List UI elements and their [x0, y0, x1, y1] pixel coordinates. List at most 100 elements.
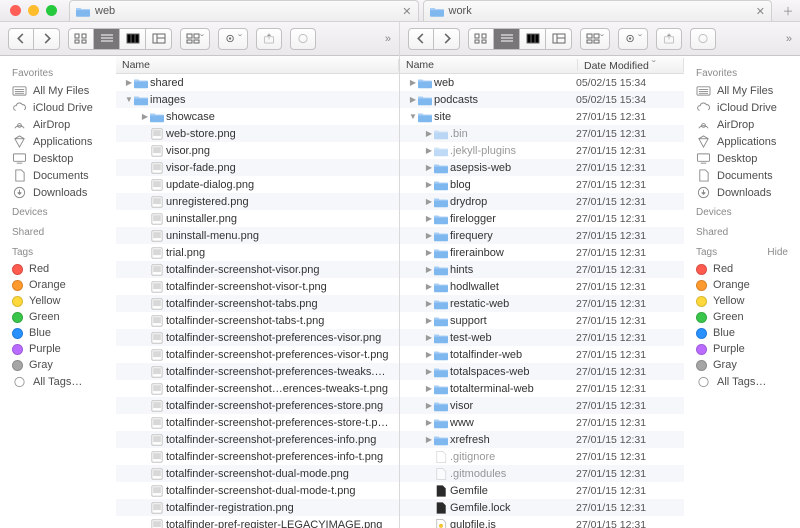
edit-tags-button[interactable]: [290, 28, 316, 50]
list-item[interactable]: ▶visor27/01/15 12:31: [400, 397, 684, 414]
disclosure-triangle-icon[interactable]: ▶: [424, 146, 434, 155]
disclosure-triangle-icon[interactable]: ▼: [124, 95, 134, 104]
tag-yellow[interactable]: Yellow: [0, 293, 116, 309]
arrange-button[interactable]: ˇ: [180, 28, 210, 50]
list-item[interactable]: web-store.png: [116, 125, 399, 142]
disclosure-triangle-icon[interactable]: ▶: [424, 418, 434, 427]
list-item[interactable]: totalfinder-screenshot-preferences-visor…: [116, 329, 399, 346]
all-tags-button[interactable]: All Tags…: [684, 373, 800, 390]
column-date[interactable]: Date Modified ˇ: [578, 58, 684, 72]
share-button[interactable]: [656, 28, 682, 50]
sidebar-item-doc[interactable]: Documents: [684, 167, 800, 184]
view-icon-button[interactable]: [468, 28, 494, 50]
tag-yellow[interactable]: Yellow: [684, 293, 800, 309]
column-header[interactable]: Name Date Modified ˇ: [400, 56, 684, 74]
list-item[interactable]: ▶xrefresh27/01/15 12:31: [400, 431, 684, 448]
file-list-left[interactable]: ▶shared▼images▶showcaseweb-store.pngviso…: [116, 74, 399, 528]
tag-orange[interactable]: Orange: [684, 277, 800, 293]
share-button[interactable]: [256, 28, 282, 50]
sidebar-item-desktop[interactable]: Desktop: [0, 150, 116, 167]
disclosure-triangle-icon[interactable]: ▶: [124, 78, 134, 87]
sidebar-item-downloads[interactable]: Downloads: [0, 184, 116, 201]
list-item[interactable]: update-dialog.png: [116, 176, 399, 193]
back-button[interactable]: [8, 28, 34, 50]
list-item[interactable]: totalfinder-screenshot-dual-mode.png: [116, 465, 399, 482]
disclosure-triangle-icon[interactable]: ▶: [424, 333, 434, 342]
sidebar-item-doc[interactable]: Documents: [0, 167, 116, 184]
tag-gray[interactable]: Gray: [684, 357, 800, 373]
disclosure-triangle-icon[interactable]: ▶: [424, 282, 434, 291]
list-item[interactable]: totalfinder-screenshot…erences-tweaks-t.…: [116, 380, 399, 397]
sidebar-item-airdrop[interactable]: AirDrop: [0, 116, 116, 133]
list-item[interactable]: Gemfile27/01/15 12:31: [400, 482, 684, 499]
list-item[interactable]: unregistered.png: [116, 193, 399, 210]
forward-button[interactable]: [434, 28, 460, 50]
column-header[interactable]: Name: [116, 56, 399, 74]
view-coverflow-button[interactable]: [546, 28, 572, 50]
list-item[interactable]: trial.png: [116, 244, 399, 261]
sidebar-item-cloud[interactable]: iCloud Drive: [684, 99, 800, 116]
tag-orange[interactable]: Orange: [0, 277, 116, 293]
tag-blue[interactable]: Blue: [684, 325, 800, 341]
list-item[interactable]: totalfinder-registration.png: [116, 499, 399, 516]
disclosure-triangle-icon[interactable]: ▶: [140, 112, 150, 121]
sidebar-item-cloud[interactable]: iCloud Drive: [0, 99, 116, 116]
list-item[interactable]: ▶firequery27/01/15 12:31: [400, 227, 684, 244]
disclosure-triangle-icon[interactable]: ▶: [424, 214, 434, 223]
tab-web[interactable]: web ✕: [69, 0, 419, 21]
tag-green[interactable]: Green: [0, 309, 116, 325]
list-item[interactable]: ▶.bin27/01/15 12:31: [400, 125, 684, 142]
window-close-button[interactable]: [10, 5, 21, 16]
list-item[interactable]: ▶totalfinder-web27/01/15 12:31: [400, 346, 684, 363]
disclosure-triangle-icon[interactable]: ▶: [424, 316, 434, 325]
column-name[interactable]: Name: [400, 59, 578, 71]
tag-purple[interactable]: Purple: [0, 341, 116, 357]
forward-button[interactable]: [34, 28, 60, 50]
tag-gray[interactable]: Gray: [0, 357, 116, 373]
window-zoom-button[interactable]: [46, 5, 57, 16]
toolbar-overflow-button[interactable]: »: [385, 33, 391, 45]
list-item[interactable]: visor-fade.png: [116, 159, 399, 176]
list-item[interactable]: totalfinder-pref-register-LEGACYIMAGE.pn…: [116, 516, 399, 528]
list-item[interactable]: totalfinder-screenshot-visor-t.png: [116, 278, 399, 295]
tag-purple[interactable]: Purple: [684, 341, 800, 357]
list-item[interactable]: ▶totalterminal-web27/01/15 12:31: [400, 380, 684, 397]
list-item[interactable]: Gemfile.lock27/01/15 12:31: [400, 499, 684, 516]
view-coverflow-button[interactable]: [146, 28, 172, 50]
disclosure-triangle-icon[interactable]: ▼: [408, 112, 418, 121]
list-item[interactable]: totalfinder-screenshot-visor.png: [116, 261, 399, 278]
list-item[interactable]: ▶support27/01/15 12:31: [400, 312, 684, 329]
list-item[interactable]: ▼images: [116, 91, 399, 108]
all-tags-button[interactable]: All Tags…: [0, 373, 116, 390]
list-item[interactable]: ▶hints27/01/15 12:31: [400, 261, 684, 278]
sidebar-item-airdrop[interactable]: AirDrop: [684, 116, 800, 133]
list-item[interactable]: totalfinder-screenshot-preferences-info.…: [116, 431, 399, 448]
back-button[interactable]: [408, 28, 434, 50]
disclosure-triangle-icon[interactable]: ▶: [424, 401, 434, 410]
sidebar-item-apps[interactable]: Applications: [0, 133, 116, 150]
list-item[interactable]: ▶www27/01/15 12:31: [400, 414, 684, 431]
list-item[interactable]: totalfinder-screenshot-dual-mode-t.png: [116, 482, 399, 499]
list-item[interactable]: ▶podcasts05/02/15 15:34: [400, 91, 684, 108]
list-item[interactable]: gulpfile.js27/01/15 12:31: [400, 516, 684, 528]
disclosure-triangle-icon[interactable]: ▶: [424, 129, 434, 138]
disclosure-triangle-icon[interactable]: ▶: [424, 231, 434, 240]
list-item[interactable]: ▶restatic-web27/01/15 12:31: [400, 295, 684, 312]
sidebar-item-downloads[interactable]: Downloads: [684, 184, 800, 201]
list-item[interactable]: ▶test-web27/01/15 12:31: [400, 329, 684, 346]
list-item[interactable]: uninstall-menu.png: [116, 227, 399, 244]
list-item[interactable]: ▶drydrop27/01/15 12:31: [400, 193, 684, 210]
sidebar-item-allfiles[interactable]: All My Files: [0, 82, 116, 99]
disclosure-triangle-icon[interactable]: ▶: [424, 299, 434, 308]
list-item[interactable]: ▶.jekyll-plugins27/01/15 12:31: [400, 142, 684, 159]
list-item[interactable]: .gitignore27/01/15 12:31: [400, 448, 684, 465]
list-item[interactable]: ▶web05/02/15 15:34: [400, 74, 684, 91]
list-item[interactable]: totalfinder-screenshot-tabs-t.png: [116, 312, 399, 329]
list-item[interactable]: totalfinder-screenshot-tabs.png: [116, 295, 399, 312]
action-button[interactable]: ˇ: [218, 28, 248, 50]
tag-green[interactable]: Green: [684, 309, 800, 325]
disclosure-triangle-icon[interactable]: ▶: [424, 248, 434, 257]
disclosure-triangle-icon[interactable]: ▶: [424, 180, 434, 189]
disclosure-triangle-icon[interactable]: ▶: [424, 350, 434, 359]
new-tab-button[interactable]: ＋: [776, 0, 800, 21]
